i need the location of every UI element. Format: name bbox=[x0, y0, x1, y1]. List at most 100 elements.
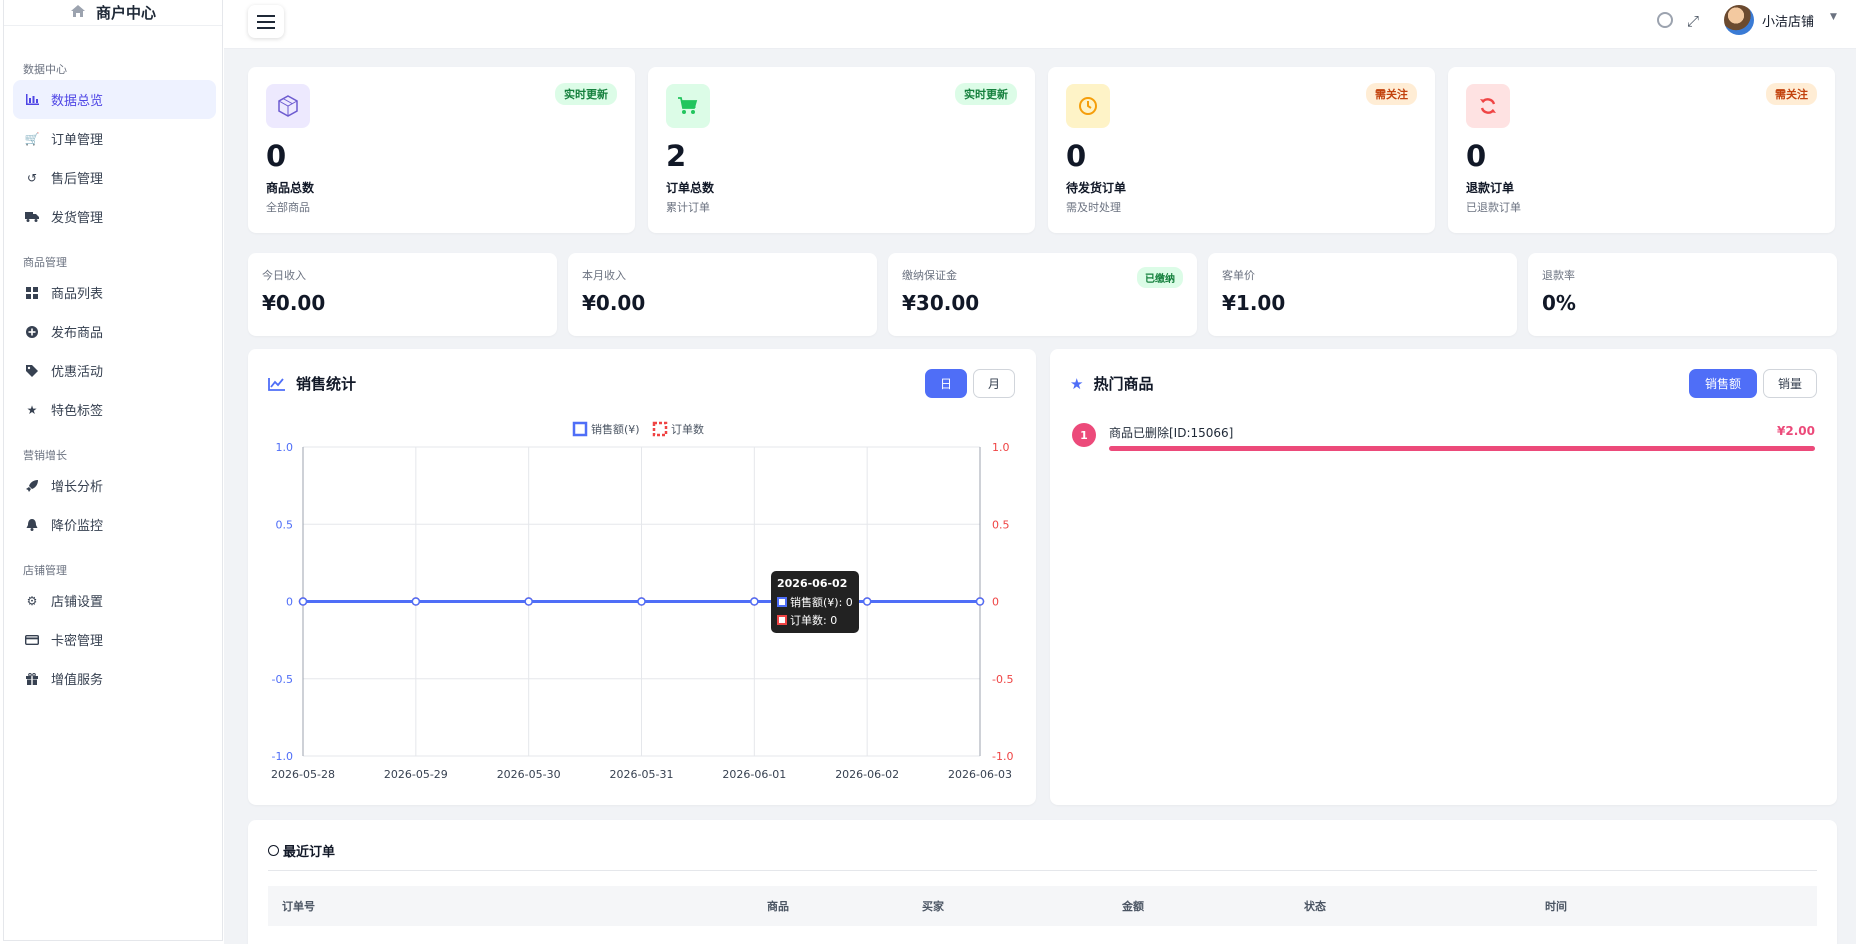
star-icon: ★ bbox=[1070, 374, 1084, 393]
sidebar-item-2[interactable]: 增值服务 bbox=[13, 659, 216, 698]
stat-label: 退款订单 bbox=[1466, 181, 1515, 195]
grid-icon bbox=[25, 286, 39, 299]
theme-toggle-icon[interactable] bbox=[1657, 12, 1673, 28]
sidebar-item-0[interactable]: 数据总览 bbox=[13, 80, 216, 119]
data-point[interactable] bbox=[524, 597, 533, 606]
sales-qty-button[interactable]: 销量 bbox=[1763, 369, 1817, 398]
revenue-value: ¥0.00 bbox=[262, 291, 326, 315]
y-tick-right: 1.0 bbox=[992, 441, 1010, 454]
user-name[interactable]: 小洁店铺 bbox=[1762, 11, 1814, 30]
sidebar-item-1[interactable]: 降价监控 bbox=[13, 505, 216, 544]
nav-section: 营销增长增长分析降价监控 bbox=[4, 446, 224, 544]
data-point[interactable] bbox=[637, 597, 646, 606]
data-point[interactable] bbox=[862, 597, 872, 606]
sidebar-item-1[interactable]: 卡密管理 bbox=[13, 620, 216, 659]
stat-value: 0 bbox=[1066, 139, 1087, 173]
sales-amount-button[interactable]: 销售额 bbox=[1689, 369, 1757, 398]
legend-label: 销售额(¥) bbox=[591, 422, 640, 436]
sales-chart: 销售额(¥) 订单数 1.0 1.0 0.5 0.5 0 0 -0.5 -0.5 -1.0 -1.0 2… bbox=[271, 421, 1013, 781]
stat-sublabel: 需及时处理 bbox=[1066, 201, 1121, 214]
y-tick-right: 0 bbox=[992, 596, 999, 609]
tooltip-row-orders: 订单数: 0 bbox=[777, 612, 853, 628]
sidebar-item-1[interactable]: 🛒 订单管理 bbox=[13, 119, 216, 158]
clock-icon bbox=[1066, 84, 1110, 128]
nav-section: 数据中心 数据总览 🛒 订单管理 ↺ 售后管理 发货管理 bbox=[4, 60, 224, 236]
nav-section-title: 营销增长 bbox=[23, 449, 67, 462]
data-point[interactable] bbox=[411, 597, 421, 606]
x-tick-label: 2026-06-03 bbox=[948, 768, 1012, 781]
revenue-label: 今日收入 bbox=[262, 269, 306, 282]
revenue-card: 今日收入 ¥0.00 bbox=[248, 253, 557, 336]
stat-value: 2 bbox=[666, 139, 687, 173]
sidebar-item-label: 发布商品 bbox=[51, 326, 104, 341]
progress-track bbox=[1109, 446, 1815, 451]
sidebar-item-label: 数据总览 bbox=[51, 94, 104, 109]
sidebar-item-2[interactable]: ↺ 售后管理 bbox=[13, 158, 216, 197]
chart-tooltip: 2026-06-02 销售额(¥): 0 订单数: 0 bbox=[771, 571, 859, 633]
stat-card[interactable]: 需关注 0 待发货订单 需及时处理 bbox=[1048, 67, 1435, 233]
stat-card[interactable]: 需关注 0 退款订单 已退款订单 bbox=[1448, 67, 1835, 233]
table-header-cell: 商品 bbox=[753, 886, 908, 926]
revenue-value: ¥1.00 bbox=[1222, 291, 1286, 315]
tooltip-orders-text: 订单数: 0 bbox=[790, 614, 838, 627]
menu-toggle-button[interactable] bbox=[248, 5, 284, 38]
revenue-card: 本月收入 ¥0.00 bbox=[568, 253, 877, 336]
y-tick-left: 0.5 bbox=[276, 518, 294, 531]
nav-section-title: 店铺管理 bbox=[23, 564, 67, 577]
truck-icon bbox=[25, 211, 39, 222]
stat-card[interactable]: 实时更新 0 商品总数 全部商品 bbox=[248, 67, 635, 233]
sidebar-item-label: 增值服务 bbox=[51, 673, 104, 688]
stat-label: 待发货订单 bbox=[1066, 181, 1127, 195]
revenue-label: 缴纳保证金 bbox=[902, 269, 957, 282]
y-tick-right: 0.5 bbox=[992, 518, 1010, 531]
sidebar-item-label: 增长分析 bbox=[51, 480, 104, 495]
cart-icon bbox=[666, 84, 710, 128]
sidebar-item-label: 店铺设置 bbox=[51, 595, 104, 610]
x-tick-label: 2026-05-31 bbox=[610, 768, 674, 781]
recent-orders-panel: 最近订单 订单号 商品 买家 金额 状态 时间 bbox=[248, 820, 1837, 944]
orders-title: 最近订单 bbox=[268, 841, 335, 860]
table-header-row: 订单号 商品 买家 金额 状态 时间 bbox=[268, 886, 1817, 926]
sidebar-item-3[interactable]: ★ 特色标签 bbox=[13, 390, 216, 429]
sidebar-item-2[interactable]: 优惠活动 bbox=[13, 351, 216, 390]
hot-title-text: 热门商品 bbox=[1093, 375, 1154, 393]
status-badge: 实时更新 bbox=[555, 83, 617, 105]
sidebar-item-label: 降价监控 bbox=[51, 519, 104, 534]
sidebar-item-0[interactable]: ⚙ 店铺设置 bbox=[13, 581, 216, 620]
list-item[interactable]: 1 商品已删除[ID:15066] ¥2.00 bbox=[1070, 421, 1815, 455]
sidebar-item-0[interactable]: 增长分析 bbox=[13, 466, 216, 505]
stat-sublabel: 全部商品 bbox=[266, 201, 310, 214]
sidebar-item-label: 优惠活动 bbox=[51, 365, 104, 380]
data-point[interactable] bbox=[298, 597, 308, 606]
fullscreen-icon[interactable]: ⤢ bbox=[1687, 12, 1699, 30]
logo[interactable]: 商户中心 bbox=[4, 0, 222, 26]
sidebar-item-3[interactable]: 发货管理 bbox=[13, 197, 216, 236]
rocket-icon bbox=[25, 479, 39, 492]
nav-section-title: 商品管理 bbox=[23, 256, 67, 269]
refresh-icon bbox=[1466, 84, 1510, 128]
data-point[interactable] bbox=[975, 597, 985, 606]
hamburger-icon bbox=[257, 14, 275, 29]
sidebar-item-label: 订单管理 bbox=[51, 133, 104, 148]
gift-icon bbox=[25, 672, 39, 685]
orders-table: 订单号 商品 买家 金额 状态 时间 bbox=[268, 886, 1817, 926]
sidebar-item-0[interactable]: 商品列表 bbox=[13, 273, 216, 312]
x-tick-label: 2026-06-01 bbox=[722, 768, 786, 781]
table-header-cell: 金额 bbox=[1108, 886, 1290, 926]
chevron-down-icon[interactable]: ▼ bbox=[1830, 12, 1837, 22]
stat-value: 0 bbox=[1466, 139, 1487, 173]
sidebar-item-1[interactable]: 发布商品 bbox=[13, 312, 216, 351]
avatar[interactable] bbox=[1724, 5, 1754, 35]
revenue-label: 客单价 bbox=[1222, 269, 1255, 282]
y-tick-right: -0.5 bbox=[992, 673, 1013, 686]
data-point[interactable] bbox=[750, 597, 759, 606]
revenue-card: 客单价 ¥1.00 bbox=[1208, 253, 1517, 336]
table-header-cell: 状态 bbox=[1290, 886, 1531, 926]
x-tick-label: 2026-06-02 bbox=[835, 768, 899, 781]
stat-sublabel: 已退款订单 bbox=[1466, 201, 1521, 214]
bar-chart-icon bbox=[25, 94, 39, 105]
tooltip-swatch-orders bbox=[777, 615, 787, 625]
status-badge: 实时更新 bbox=[955, 83, 1017, 105]
stat-label: 订单总数 bbox=[666, 181, 715, 195]
stat-card[interactable]: 实时更新 2 订单总数 累计订单 bbox=[648, 67, 1035, 233]
